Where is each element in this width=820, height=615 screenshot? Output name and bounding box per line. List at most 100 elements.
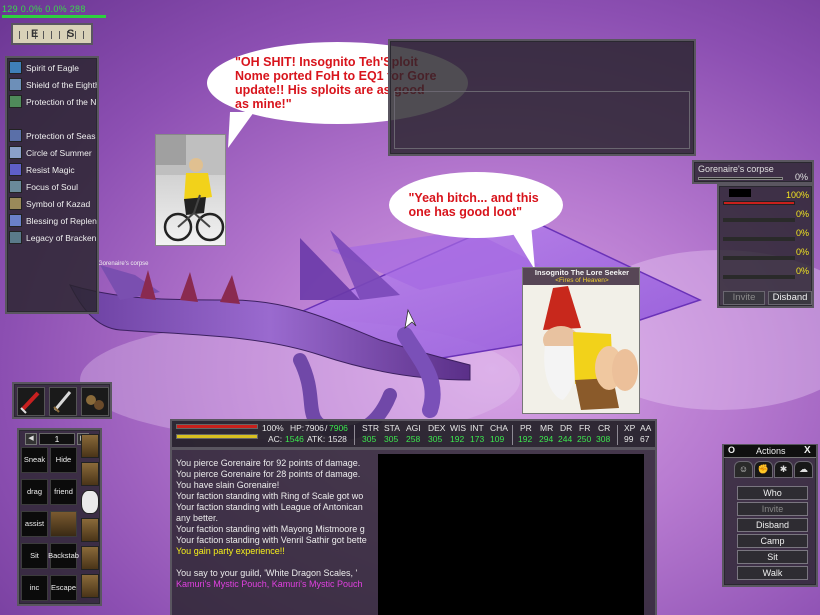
actions-disband-button[interactable]: Disband	[737, 518, 808, 532]
player-hp-slash: /	[325, 423, 328, 433]
buff-icon	[9, 180, 22, 193]
player-atk-value: 1528	[328, 434, 347, 444]
hotbar-prev-page-button[interactable]: ◀	[25, 433, 37, 445]
hotkey-assist[interactable]: assist	[21, 511, 48, 537]
actions-options-button[interactable]: O	[728, 445, 735, 455]
group-member-health-bar[interactable]	[723, 237, 795, 241]
aa-label: AA	[640, 423, 652, 433]
actions-camp-button[interactable]: Camp	[737, 534, 808, 548]
buff-slot[interactable]: Legacy of Bracken	[9, 230, 97, 245]
red-sword-icon[interactable]	[17, 387, 45, 416]
actions-tab-combat-icon[interactable]: ✊	[754, 461, 773, 478]
hotkey-escape[interactable]: Escape	[50, 575, 77, 601]
buff-slot[interactable]: Focus of Soul	[9, 179, 97, 194]
chat-line: Your faction standing with League of Ant…	[176, 502, 363, 512]
gnome-figure	[523, 268, 639, 413]
hotkey-drag[interactable]: drag	[21, 479, 48, 505]
resist-pr-value: 192	[518, 434, 533, 444]
chat-line: Your faction standing with Ring of Scale…	[176, 491, 364, 501]
chat-line: You pierce Gorenaire for 92 points of da…	[176, 458, 361, 468]
cyclist-photo	[155, 134, 226, 246]
compass[interactable]: E S	[11, 23, 93, 45]
inventory-bag-icon[interactable]	[81, 434, 99, 458]
target-window[interactable]: Gorenaire's corpse 0%	[692, 160, 814, 184]
group-member-health-percent: 0%	[795, 247, 809, 257]
hotkey-sit[interactable]: Sit	[21, 543, 48, 569]
secondary-chat-inner	[394, 91, 690, 149]
buff-label: Resist Magic	[26, 164, 75, 175]
resist-cr-value: 308	[596, 434, 611, 444]
hotkey-backstab[interactable]: Backstab	[48, 543, 79, 569]
inventory-bag-icon[interactable]	[81, 490, 99, 514]
buff-slot[interactable]: Circle of Summer	[9, 145, 97, 160]
attr-wis-label: WIS	[450, 423, 467, 433]
player-stats-panel: 100% HP: 7906 / 7906 AC: 1546 ATK: 1528 …	[170, 419, 657, 449]
actions-invite-button[interactable]: Invite	[737, 502, 808, 516]
buff-icon	[9, 197, 22, 210]
group-member-health-bar[interactable]	[723, 201, 795, 205]
buff-slot[interactable]: Protection of Seas	[9, 128, 97, 143]
group-invite-button[interactable]: Invite	[723, 291, 765, 305]
player-ac-label: AC:	[268, 434, 283, 444]
buff-icon	[9, 146, 22, 159]
actions-sit-button[interactable]: Sit	[737, 550, 808, 564]
actions-tab-abilities-icon[interactable]: ✱	[774, 461, 793, 478]
stats-separator	[354, 425, 355, 445]
main-chat-window[interactable]: You pierce Gorenaire for 92 points of da…	[170, 448, 657, 615]
buff-slot[interactable]: Protection of the N	[9, 94, 97, 109]
inventory-bag-icon[interactable]	[81, 546, 99, 570]
buff-slot[interactable]: Blessing of Replen	[9, 213, 97, 228]
actions-tab-socials-icon[interactable]: ☁	[794, 461, 813, 478]
hotkey-hide[interactable]: Hide	[50, 447, 77, 473]
speech-bubble-tail	[228, 112, 254, 148]
hotkey-sneak[interactable]: Sneak	[21, 447, 48, 473]
inventory-bag-icon[interactable]	[81, 518, 99, 542]
buff-icon	[9, 129, 22, 142]
player-health-bar	[176, 424, 258, 429]
xp-value: 99	[624, 434, 634, 444]
group-member-health-bar[interactable]	[723, 275, 795, 279]
buff-slot[interactable]: Resist Magic	[9, 162, 97, 177]
group-disband-button[interactable]: Disband	[768, 291, 812, 305]
buff-slot[interactable]: Spirit of Eagle	[9, 60, 97, 75]
buff-label: Shield of the Eighth	[26, 79, 97, 90]
target-health-percent: 0%	[794, 172, 808, 182]
attr-agi-value: 258	[406, 434, 421, 444]
chat-line: You pierce Gorenaire for 28 points of da…	[176, 469, 361, 479]
group-member-health-bar[interactable]	[723, 218, 795, 222]
attr-int-label: INT	[470, 423, 484, 433]
attr-cha-value: 109	[490, 434, 505, 444]
compass-ticks	[19, 31, 85, 39]
buff-label: Protection of the N	[26, 96, 97, 107]
stats-separator	[512, 425, 513, 445]
player-hp-label: HP:	[290, 423, 305, 433]
secondary-chat-window[interactable]	[388, 39, 696, 156]
group-member-health-bar[interactable]	[723, 256, 795, 260]
group-member-health-percent: 0%	[795, 209, 809, 219]
buff-slot[interactable]: Symbol of Kazad	[9, 196, 97, 211]
actions-tab-main-icon[interactable]: ☺	[734, 461, 753, 478]
throwing-items-icon[interactable]	[81, 387, 109, 416]
resist-dr-value: 244	[558, 434, 573, 444]
group-member-name-box	[729, 189, 751, 197]
buff-slot[interactable]: Shield of the Eighth	[9, 77, 97, 92]
hotkey-friend[interactable]: friend	[50, 479, 77, 505]
actions-close-button[interactable]: X	[804, 445, 811, 456]
actions-title-bar[interactable]: O Actions X	[724, 445, 816, 458]
inventory-bag-icon[interactable]	[81, 574, 99, 598]
aa-value: 67	[640, 434, 650, 444]
actions-who-button[interactable]: Who	[737, 486, 808, 500]
buff-icon	[9, 214, 22, 227]
cyclist-figure	[156, 135, 225, 242]
hotkey-item-slot[interactable]	[50, 511, 77, 537]
inventory-bag-icon[interactable]	[81, 462, 99, 486]
hotbar-page-number: 1	[39, 433, 75, 445]
hotkey-inc[interactable]: inc	[21, 575, 48, 601]
buff-icon	[9, 95, 22, 108]
hotkey-bar: ◀ 1 ▶ Sneak Hide drag friend assist Sit …	[17, 428, 102, 606]
chat-line: any better.	[176, 513, 219, 523]
resist-fr-value: 250	[577, 434, 592, 444]
resist-pr-label: PR	[520, 423, 532, 433]
dagger-icon[interactable]	[49, 387, 77, 416]
actions-walk-button[interactable]: Walk	[737, 566, 808, 580]
